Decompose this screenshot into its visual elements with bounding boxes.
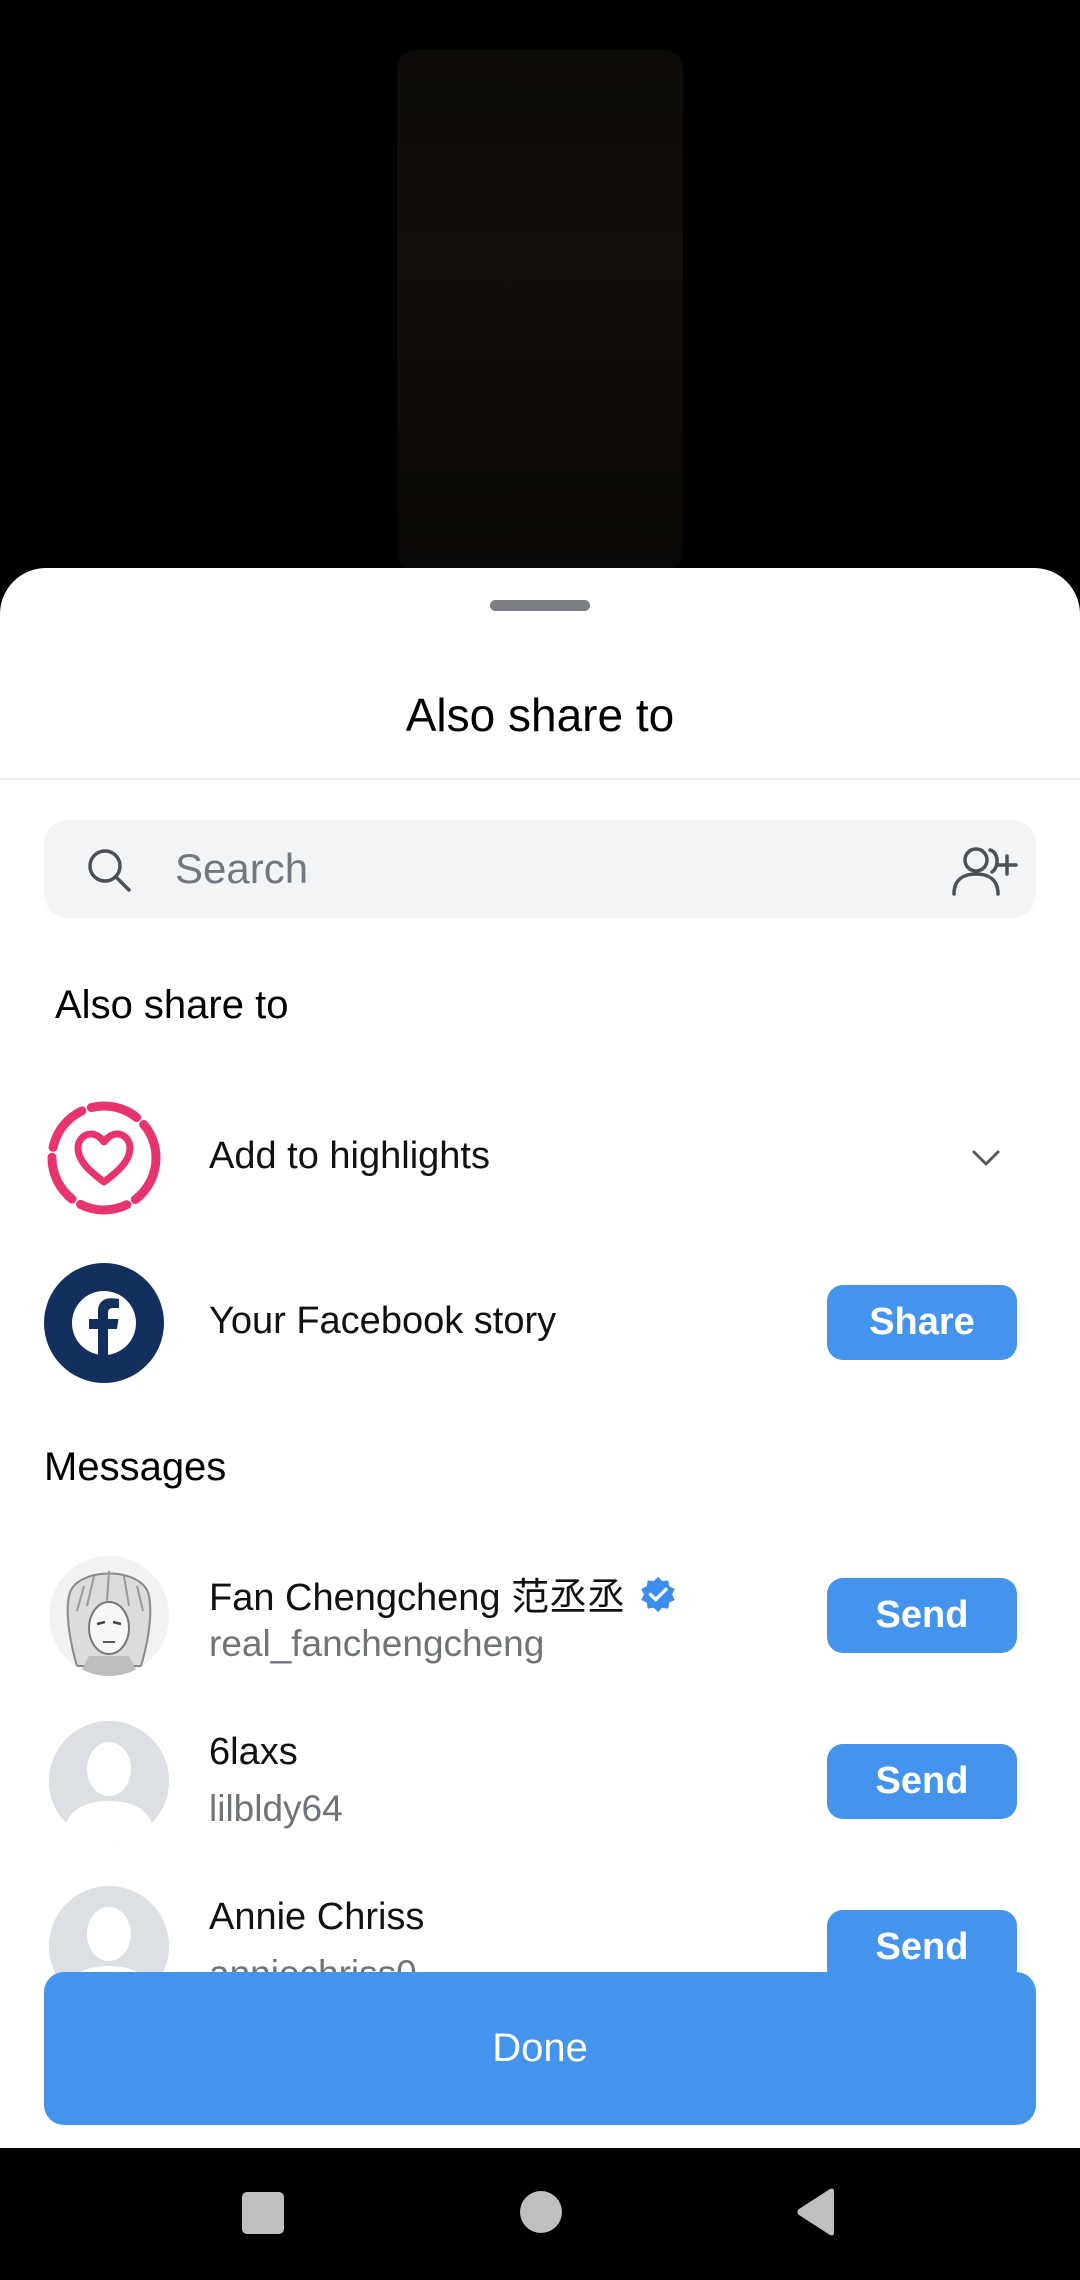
story-preview [397, 50, 683, 570]
contact-username: real_fanchengcheng [209, 1623, 545, 1664]
facebook-icon [44, 1263, 164, 1383]
drag-handle[interactable] [490, 600, 590, 611]
contact-name-text: Fan Chengcheng 范丞丞 [209, 1577, 626, 1619]
facebook-story-label: Your Facebook story [209, 1300, 557, 1342]
add-to-highlights-row[interactable]: Add to highlights [0, 1093, 1080, 1223]
sheet-title: Also share to [405, 689, 675, 741]
contact-username: lilbldy64 [209, 1788, 343, 1829]
search-input[interactable] [175, 836, 935, 902]
contact-name: Fan Chengcheng 范丞丞 [209, 1566, 677, 1621]
divider [0, 778, 1080, 780]
avatar [49, 1721, 169, 1841]
send-button[interactable]: Send [827, 1578, 1017, 1653]
add-people-icon[interactable] [950, 844, 1020, 898]
back-button[interactable] [796, 2188, 836, 2236]
search-bar[interactable] [44, 820, 1036, 918]
done-button[interactable]: Done [44, 1972, 1036, 2125]
share-section-title: Also share to [55, 983, 289, 1027]
highlights-label: Add to highlights [209, 1135, 490, 1177]
contact-name: 6laxs [209, 1731, 298, 1773]
contact-name: Annie Chriss [209, 1896, 425, 1938]
search-icon [88, 849, 131, 892]
recents-button[interactable] [242, 2192, 284, 2234]
send-button[interactable]: Send [827, 1744, 1017, 1819]
avatar [49, 1556, 169, 1676]
verified-badge-icon [641, 1576, 675, 1612]
facebook-share-button[interactable]: Share [827, 1285, 1017, 1360]
messages-title: Messages [44, 1445, 227, 1489]
home-button[interactable] [520, 2191, 562, 2233]
share-sheet: Also share to Also share to Add to highl… [0, 568, 1080, 2148]
facebook-story-row: Your Facebook story Share [0, 1258, 1080, 1388]
heart-highlight-icon [47, 1101, 161, 1215]
chevron-down-icon[interactable] [964, 1136, 1008, 1180]
system-nav-bar [0, 2148, 1080, 2280]
